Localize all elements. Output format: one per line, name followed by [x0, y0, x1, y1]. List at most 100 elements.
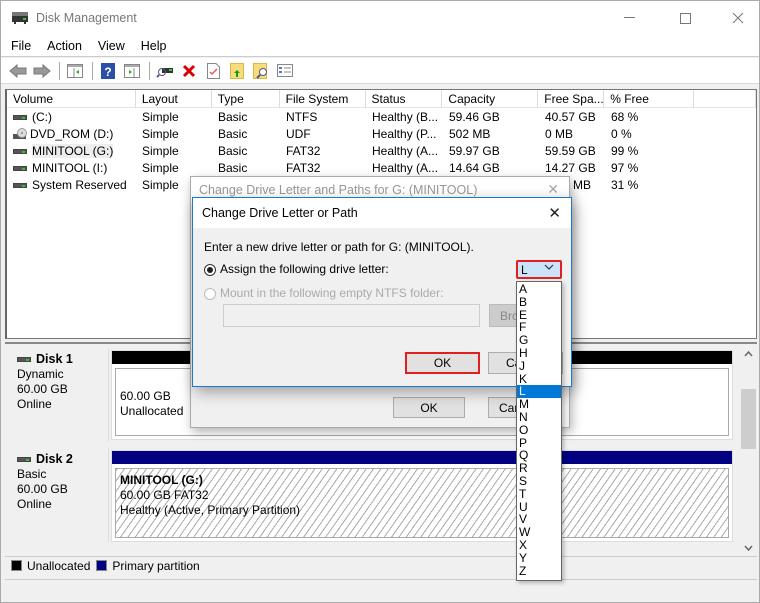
volume-file-system: NTFS — [286, 109, 318, 124]
drive-letter-option-b[interactable]: B — [517, 295, 561, 309]
volume-row[interactable]: MINITOOL (G:) Simple Basic FAT32 Healthy… — [7, 142, 756, 159]
volume-row[interactable]: DVD_ROM (D:) Simple Basic UDF Healthy (P… — [7, 125, 756, 142]
scroll-thumb[interactable] — [741, 389, 756, 449]
volume-percent-free: 99 % — [611, 143, 639, 158]
disk-2-info[interactable]: Disk 2 Basic 60.00 GB Online — [11, 448, 109, 542]
menu-bar: File Action View Help — [1, 35, 759, 57]
search-button[interactable] — [250, 61, 272, 81]
column-header-empty — [694, 90, 757, 108]
drive-letter-combobox[interactable]: L — [516, 260, 562, 279]
volume-status: Healthy (B... — [372, 109, 439, 124]
mount-folder-radio[interactable] — [204, 287, 216, 300]
change-drive-letter-or-path-dialog: Change Drive Letter or Path ✕ Enter a ne… — [192, 197, 572, 387]
drive-letter-option-a[interactable]: A — [517, 283, 561, 296]
drive-letter-option-o[interactable]: O — [517, 423, 561, 437]
volume-free-space: 14.27 GB — [545, 160, 596, 175]
volume-file-system: FAT32 — [286, 143, 321, 158]
column-header-percent-free[interactable]: % Free — [604, 90, 695, 108]
folder-path-input[interactable] — [223, 304, 480, 327]
list-view-icon — [277, 64, 293, 77]
drive-letter-option-t[interactable]: T — [517, 487, 561, 501]
disk-name: Disk 2 — [36, 452, 73, 466]
dialog-prompt: Enter a new drive letter or path for G: … — [204, 240, 474, 254]
disk-icon — [17, 457, 31, 463]
volume-layout: Simple — [142, 126, 179, 141]
drive-letter-option-s[interactable]: S — [517, 475, 561, 488]
disk-pane-scrollbar[interactable] — [740, 346, 757, 556]
scroll-down-icon[interactable] — [740, 542, 757, 554]
volume-file-system: FAT32 — [286, 160, 321, 175]
volume-capacity: 502 MB — [449, 126, 491, 141]
menu-help[interactable]: Help — [135, 39, 173, 53]
column-header-capacity[interactable]: Capacity — [442, 90, 539, 108]
volume-type: Basic — [218, 160, 248, 175]
properties-icon — [206, 62, 220, 79]
action-pane-icon — [124, 63, 140, 78]
drive-letter-option-x[interactable]: X — [517, 539, 561, 552]
delete-button[interactable] — [178, 61, 200, 81]
volume-name: MINITOOL (G:) — [32, 143, 114, 158]
mount-folder-label: Mount in the following empty NTFS folder… — [220, 286, 444, 300]
drive-letter-option-n[interactable]: N — [517, 411, 561, 424]
column-header-free-space[interactable]: Free Spa... — [538, 90, 605, 108]
export-folder-icon — [230, 62, 244, 79]
drive-letter-option-h[interactable]: H — [517, 347, 561, 360]
back-arrow-icon — [9, 63, 27, 78]
volume-status: Healthy (A... — [372, 160, 439, 175]
action-pane-button[interactable] — [121, 61, 143, 81]
selected-letter: L — [521, 262, 528, 277]
ok-button[interactable]: OK — [405, 352, 480, 374]
column-header-file-system[interactable]: File System — [280, 90, 366, 108]
volume-free-space: 59.59 GB — [545, 143, 596, 158]
column-header-status[interactable]: Status — [366, 90, 443, 108]
drive-icon — [13, 114, 27, 120]
connect-drive-icon — [156, 67, 173, 78]
back-ok-button[interactable]: OK — [393, 397, 465, 418]
menu-view[interactable]: View — [92, 39, 131, 53]
search-folder-icon — [253, 62, 267, 79]
scroll-up-icon[interactable] — [740, 348, 757, 360]
close-icon — [732, 12, 744, 24]
console-tree-button[interactable] — [64, 61, 86, 81]
drive-icon — [13, 148, 27, 154]
close-icon[interactable]: ✕ — [548, 204, 561, 222]
connect-button[interactable] — [154, 61, 176, 81]
legend-primary-partition: Primary partition — [112, 558, 200, 573]
volume-type: Basic — [218, 126, 248, 141]
legend: Unallocated Primary partition — [5, 556, 757, 574]
drive-letter-option-y[interactable]: Y — [517, 551, 561, 565]
forward-arrow-icon — [33, 63, 51, 78]
disk-2-partition-area[interactable]: MINITOOL (G:) 60.00 GB FAT32 Healthy (Ac… — [111, 450, 733, 542]
help-icon: ? — [101, 62, 115, 79]
disk-1-info[interactable]: Disk 1 Dynamic 60.00 GB Online — [11, 348, 109, 442]
export-button[interactable] — [226, 61, 248, 81]
status-bar — [5, 579, 757, 601]
assign-letter-option[interactable]: Assign the following drive letter: — [204, 262, 389, 276]
drive-letter-option-z[interactable]: Z — [517, 564, 561, 578]
menu-action[interactable]: Action — [41, 39, 88, 53]
volume-row[interactable]: (C:) Simple Basic NTFS Healthy (B... 59.… — [7, 108, 756, 125]
back-button[interactable] — [7, 61, 29, 81]
help-button[interactable]: ? — [97, 61, 119, 81]
minitool-g-partition[interactable]: MINITOOL (G:) 60.00 GB FAT32 Healthy (Ac… — [115, 468, 729, 538]
menu-file[interactable]: File — [5, 39, 37, 53]
partition-status: Healthy (Active, Primary Partition) — [120, 503, 301, 517]
drive-letter-option-j[interactable]: J — [517, 359, 561, 373]
assign-letter-radio[interactable] — [204, 263, 216, 276]
column-header-layout[interactable]: Layout — [136, 90, 212, 108]
volume-percent-free: 31 % — [611, 177, 639, 192]
list-view-button[interactable] — [274, 61, 296, 81]
forward-button[interactable] — [31, 61, 53, 81]
primary-partition-swatch — [96, 560, 108, 571]
column-header-type[interactable]: Type — [212, 90, 280, 108]
close-icon[interactable]: ✕ — [547, 181, 559, 198]
maximize-button[interactable] — [662, 1, 708, 35]
properties-button[interactable] — [202, 61, 224, 81]
minimize-button[interactable] — [607, 1, 653, 35]
volume-row[interactable]: MINITOOL (I:) Simple Basic FAT32 Healthy… — [7, 159, 756, 176]
drive-letter-dropdown-list[interactable]: ABEFGHJKLMNOPQRSTUVWXYZ — [516, 281, 562, 581]
close-button[interactable] — [715, 1, 760, 35]
mount-folder-option[interactable]: Mount in the following empty NTFS folder… — [204, 286, 443, 300]
toolbar: ? — [1, 58, 759, 84]
column-header-volume[interactable]: Volume — [7, 90, 136, 108]
